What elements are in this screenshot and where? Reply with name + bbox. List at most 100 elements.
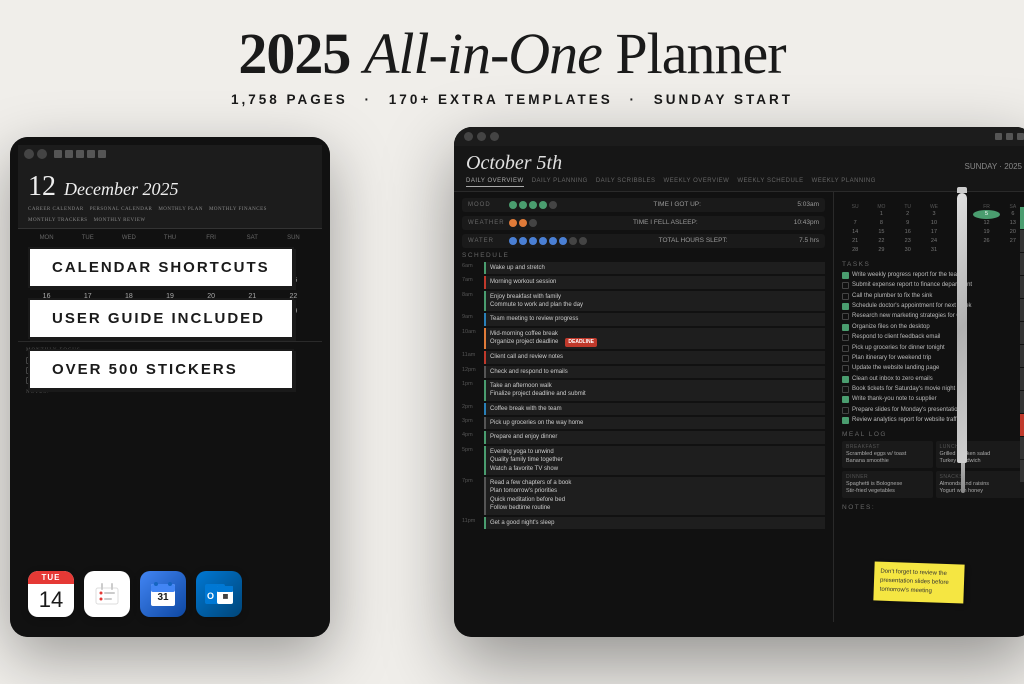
- time-slept-val: 10:43pm: [794, 219, 819, 226]
- event-item: Read a few chapters of a bookPlan tomorr…: [484, 477, 825, 515]
- feature-badges: CALENDAR SHORTCUTS USER GUIDE INCLUDED O…: [28, 247, 294, 390]
- mini-cal-cell: 28: [842, 246, 868, 255]
- left-tablet-topbar: [18, 145, 322, 163]
- tab-daily-scribbles[interactable]: DAILY SCRIBBLES: [596, 178, 656, 187]
- notes-area: NOTES:: [26, 390, 314, 395]
- task-checkbox: [842, 386, 849, 393]
- mini-cal-today: 5: [973, 210, 999, 219]
- stylus-top: [957, 187, 967, 193]
- mini-cal-cell: 12: [973, 219, 999, 228]
- rt-day-info: SUNDAY · 2025: [964, 162, 1022, 171]
- rt-icon-1: [464, 132, 473, 141]
- schedule-row: 3pm Pick up groceries on the way home: [462, 417, 825, 429]
- task-row: Pick up groceries for dinner tonight: [842, 344, 1024, 352]
- task-row: Organize files on the desktop: [842, 323, 1024, 331]
- schedule-row: 7pm Read a few chapters of a bookPlan to…: [462, 477, 825, 515]
- notes-title: NOTES:: [842, 504, 1024, 511]
- task-text: Clean out inbox to zero emails: [852, 375, 933, 383]
- mini-calendar: SU MO TU WE TH FR SA 1 2 3: [842, 204, 1024, 255]
- cal-day-label: TUE: [28, 571, 74, 584]
- calendar-shortcuts-badge: CALENDAR SHORTCUTS: [28, 247, 294, 288]
- task-text: Review analytics report for website traf…: [852, 416, 961, 424]
- app-icons-row: TUE 14 31: [28, 571, 242, 617]
- side-tab-jun: JUN: [1020, 322, 1024, 344]
- notes-section: NOTES:: [842, 504, 1024, 511]
- side-tab-dec: DEC: [1020, 460, 1024, 482]
- event-item: Get a good night's sleep: [484, 517, 825, 529]
- lt-nav-trackers: MONTHLY TRACKERS: [28, 218, 88, 223]
- rt-tabs[interactable]: DAILY OVERVIEW DAILY PLANNING DAILY SCRI…: [466, 178, 1022, 187]
- lt-dh-wed: WED: [108, 235, 149, 241]
- time-label: 8am: [462, 291, 480, 298]
- start-day: SUNDAY START: [654, 92, 793, 107]
- tab-daily-overview[interactable]: DAILY OVERVIEW: [466, 178, 524, 187]
- rt-date: October 5th: [466, 152, 562, 175]
- weather-label: WEATHER: [468, 220, 503, 226]
- rt-header: October 5th SUNDAY · 2025 DAILY OVERVIEW…: [454, 146, 1024, 192]
- time-label: 5pm: [462, 446, 480, 453]
- mini-cal-cell: 24: [921, 237, 947, 246]
- water-dot: [509, 237, 517, 245]
- time-label: 11am: [462, 351, 480, 358]
- left-tablet-header: 12 December 2025 CAREER CALENDAR PERSONA…: [18, 163, 322, 229]
- mini-cal-cell: 14: [842, 228, 868, 237]
- pages-count: 1,758 PAGES: [231, 92, 348, 107]
- task-checkbox: [842, 355, 849, 362]
- mini-cal-cell: 30: [895, 246, 921, 255]
- meal-log-title: MEAL LOG: [842, 431, 1024, 438]
- water-dot: [569, 237, 577, 245]
- schedule-row: 9am Team meeting to review progress: [462, 313, 825, 325]
- side-tab-sep: SEP: [1020, 391, 1024, 413]
- mini-cal-cell: 7: [842, 219, 868, 228]
- task-text: Respond to client feedback email: [852, 333, 940, 341]
- mini-cal-cell: 2: [895, 210, 921, 219]
- time-label: 1pm: [462, 380, 480, 387]
- task-text: Submit expense report to finance departm…: [852, 281, 972, 289]
- task-checkbox: [842, 293, 849, 300]
- task-text: Schedule doctor's appointment for next w…: [852, 302, 972, 310]
- tab-daily-planning[interactable]: DAILY PLANNING: [532, 178, 588, 187]
- task-row: Write thank-you note to supplier: [842, 395, 1024, 403]
- rt-icon-2: [477, 132, 486, 141]
- tab-weekly-overview[interactable]: WEEKLY OVERVIEW: [663, 178, 729, 187]
- mini-cal-cell: 8: [868, 219, 894, 228]
- tab-weekly-planning[interactable]: WEEKLY PLANNING: [812, 178, 876, 187]
- mini-cal-cell: [973, 246, 999, 255]
- rt-topbar: [454, 127, 1024, 146]
- mood-dot: [539, 201, 547, 209]
- rt-left-column: MOOD TIME I GOT UP: 5:03am WEATHER: [454, 192, 834, 622]
- task-row: Schedule doctor's appointment for next w…: [842, 302, 1024, 310]
- mini-cal-cell: 26: [973, 237, 999, 246]
- event-item: Prepare and enjoy dinner: [484, 431, 825, 443]
- meal-section: MEAL LOG BREAKFAST Scrambled eggs w/ toa…: [842, 431, 1024, 499]
- rt-icon-sm-3: [1017, 133, 1024, 140]
- snacks-item: SNACKS Almonds and raisinsYogurt with ho…: [936, 471, 1024, 498]
- google-calendar-icon: 31: [140, 571, 186, 617]
- task-checkbox: [842, 417, 849, 424]
- event-item: Morning workout session: [484, 276, 825, 288]
- task-text: Call the plumber to fix the sink: [852, 292, 932, 300]
- lunch-item: LUNCH Grilled chicken saladTurkey sandwi…: [936, 441, 1024, 468]
- reminders-icon: [84, 571, 130, 617]
- task-row: Write weekly progress report for the tea…: [842, 271, 1024, 279]
- mini-cal-cell: 29: [868, 246, 894, 255]
- mini-cal-cell: [842, 210, 868, 219]
- schedule-title: SCHEDULE: [462, 252, 825, 259]
- schedule-row: 11am Client call and review notes: [462, 351, 825, 363]
- snacks-text: Almonds and raisinsYogurt with honey: [940, 481, 1023, 495]
- tab-weekly-schedule[interactable]: WEEKLY SCHEDULE: [737, 178, 803, 187]
- lt-dh-thu: THU: [149, 235, 190, 241]
- cal-date-number: 14: [28, 584, 74, 617]
- title-suffix: Planner: [615, 21, 785, 86]
- rt-icon-3: [490, 132, 499, 141]
- lt-nav-review: MONTHLY REVIEW: [94, 218, 146, 223]
- breakfast-label: BREAKFAST: [846, 444, 929, 450]
- page-header: 2025 All-in-One Planner 1,758 PAGES · 17…: [0, 0, 1024, 117]
- snacks-label: SNACKS: [940, 474, 1023, 480]
- mini-cal-cell: 3: [921, 210, 947, 219]
- event-item: Enjoy breakfast with familyCommute to wo…: [484, 291, 825, 312]
- side-tab-mar: MAR: [1020, 253, 1024, 275]
- stylus: [957, 187, 969, 487]
- mini-cal-cell: 15: [868, 228, 894, 237]
- task-text: Update the website landing page: [852, 364, 939, 372]
